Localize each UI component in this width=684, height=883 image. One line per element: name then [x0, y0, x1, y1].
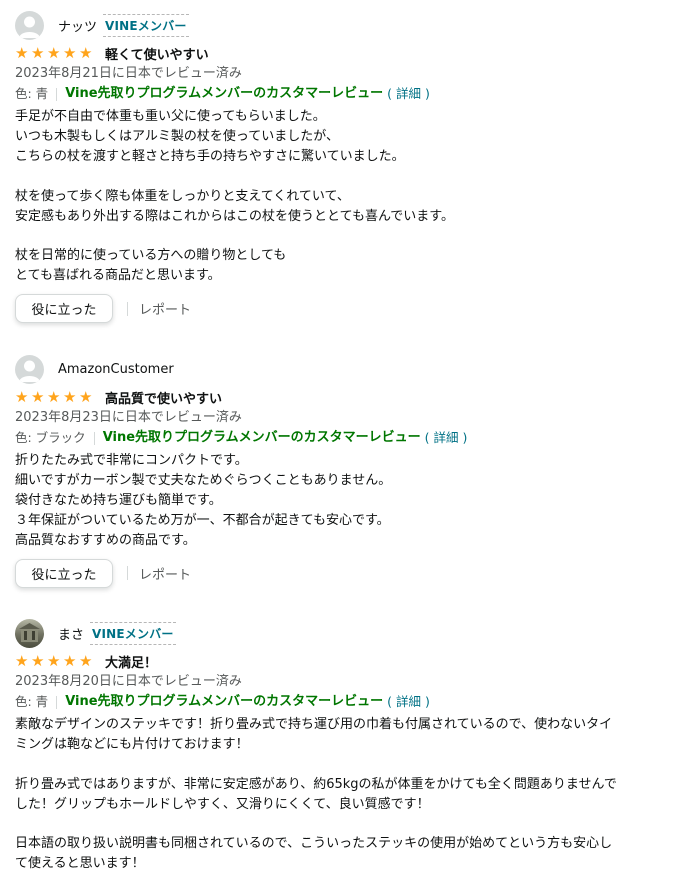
details-link[interactable]: ( 詳細 ): [387, 83, 430, 105]
review-body: 手足が不自由で体重も重い父に使ってもらいました。 いつも木製もしくはアルミ製の杖…: [15, 107, 670, 286]
review-date: 2023年8月20日に日本でレビュー済み: [15, 674, 242, 689]
divider: [56, 695, 58, 709]
review-text-line: 日本語の取り扱い説明書も同梱されているので、こういったステッキの使用が始めてとい…: [15, 836, 613, 852]
divider: [56, 87, 58, 101]
report-link[interactable]: レポート: [139, 564, 191, 583]
divider: [127, 566, 128, 581]
review-text-line: 素敵なデザインのステッキです！折り畳み式で持ち運び用の巾着も付属されているので、…: [15, 717, 613, 732]
review-title[interactable]: 高品質で使いやすい: [105, 388, 222, 407]
review-text-line: [15, 755, 670, 775]
rating-title-row: ★ ★ ★ ★ ★ 軽くて使いやすい: [15, 42, 670, 64]
review-body: 折りたたみ式で非常にコンパクトです。 細いですがカーボン製で丈夫なためぐらつくこ…: [15, 451, 670, 551]
review-text-line: 杖を使って歩く際も体重をしっかりと支えてくれていて、: [15, 188, 350, 204]
star-icon: ★: [63, 43, 77, 62]
divider: [93, 431, 95, 445]
details-link[interactable]: ( 詳細 ): [387, 691, 430, 713]
review-actions: 役に立った レポート: [15, 558, 670, 588]
variant-label: 色: 青: [15, 694, 49, 709]
reviewer-profile[interactable]: まさ VINEメンバー: [15, 618, 670, 648]
review-title[interactable]: 大満足！: [105, 652, 157, 671]
star-rating[interactable]: ★ ★ ★ ★ ★: [15, 43, 95, 62]
review-text-line: 折りたたみ式で非常にコンパクトです。: [15, 453, 248, 468]
avatar[interactable]: [15, 10, 44, 40]
star-icon: ★: [15, 651, 29, 670]
review-1: ナッツ VINEメンバー ★ ★ ★ ★ ★ 軽くて使いやすい 2023年8月21日に日…: [15, 10, 670, 324]
star-icon: ★: [79, 43, 93, 62]
star-icon: ★: [47, 43, 61, 62]
variant-label: 色: ブラック: [15, 430, 86, 445]
vine-program-label: Vine先取りプログラムメンバーのカスタマーレビュー: [65, 86, 384, 101]
review-text-line: 細いですがカーボン製で丈夫なためぐらつくこともありません。: [15, 472, 392, 488]
star-icon: ★: [79, 651, 93, 670]
star-icon: ★: [79, 387, 93, 406]
avatar[interactable]: [15, 354, 44, 384]
star-icon: ★: [31, 387, 45, 406]
review-text-line: て使えると思います！: [15, 856, 145, 872]
variant-label: 色: 青: [15, 86, 49, 101]
review-text-line: 高品質なおすすめの商品です。: [15, 532, 196, 548]
review-text-line: こちらの杖を渡すと軽さと持ち手の持ちやすさに驚いていました。: [15, 148, 405, 164]
vine-program-label: Vine先取りプログラムメンバーのカスタマーレビュー: [102, 430, 421, 445]
review-meta: 色: 青 Vine先取りプログラムメンバーのカスタマーレビュー ( 詳細 ): [15, 691, 670, 713]
star-rating[interactable]: ★ ★ ★ ★ ★: [15, 651, 95, 670]
reviewer-name[interactable]: AmazonCustomer: [58, 362, 174, 377]
divider: [127, 301, 128, 316]
rating-title-row: ★ ★ ★ ★ ★ 大満足！: [15, 650, 670, 672]
review-text-line: [15, 226, 670, 246]
vine-program-label: Vine先取りプログラムメンバーのカスタマーレビュー: [65, 694, 384, 709]
default-avatar-icon: [19, 360, 40, 382]
review-title[interactable]: 軽くて使いやすい: [105, 44, 209, 63]
review-meta: 色: ブラック Vine先取りプログラムメンバーのカスタマーレビュー ( 詳細 …: [15, 427, 670, 449]
avatar-photo[interactable]: [15, 618, 44, 648]
report-link[interactable]: レポート: [139, 299, 191, 318]
review-text-line: ミングは鞄などにも片付けておけます！: [15, 736, 249, 752]
reviewer-name[interactable]: ナッツ: [58, 16, 97, 35]
star-icon: ★: [31, 651, 45, 670]
star-rating[interactable]: ★ ★ ★ ★ ★: [15, 387, 95, 406]
rating-title-row: ★ ★ ★ ★ ★ 高品質で使いやすい: [15, 386, 670, 408]
review-text-line: いつも木製もしくはアルミ製の杖を使っていましたが、: [15, 128, 339, 144]
star-icon: ★: [31, 43, 45, 62]
star-icon: ★: [47, 387, 61, 406]
review-text-line: [15, 167, 670, 187]
helpful-button[interactable]: 役に立った: [15, 294, 113, 324]
review-actions: 役に立った レポート: [15, 294, 670, 324]
star-icon: ★: [15, 43, 29, 62]
vine-member-badge[interactable]: VINEメンバー: [90, 621, 176, 645]
review-text-line: 折り畳み式ではありますが、非常に安定感があり、約65kgの私が体重をかけても全く…: [15, 776, 617, 792]
review-text-line: 杖を日常的に使っている方への贈り物としても: [15, 248, 287, 264]
star-icon: ★: [63, 387, 77, 406]
review-text-line: ３年保証がついているため万が一、不都合が起きても安心です。: [15, 512, 390, 528]
reviewer-profile[interactable]: AmazonCustomer: [15, 354, 670, 384]
details-link[interactable]: ( 詳細 ): [425, 427, 468, 449]
default-avatar-icon: [19, 16, 40, 38]
review-meta: 色: 青 Vine先取りプログラムメンバーのカスタマーレビュー ( 詳細 ): [15, 83, 670, 105]
star-icon: ★: [47, 651, 61, 670]
review-text-line: 袋付きなため持ち運びも簡単です。: [15, 492, 222, 508]
review-text-line: とても喜ばれる商品だと思います。: [15, 268, 221, 284]
review-date: 2023年8月23日に日本でレビュー済み: [15, 410, 242, 425]
star-icon: ★: [63, 651, 77, 670]
helpful-button[interactable]: 役に立った: [15, 558, 113, 588]
review-text-line: 手足が不自由で体重も重い父に使ってもらいました。: [15, 109, 326, 124]
review-text-line: [15, 815, 670, 835]
review-body: 素敵なデザインのステッキです！折り畳み式で持ち運び用の巾着も付属されているので、…: [15, 715, 670, 874]
review-3: まさ VINEメンバー ★ ★ ★ ★ ★ 大満足！ 2023年8月20日に日本でレビュ…: [15, 618, 670, 874]
reviewer-profile[interactable]: ナッツ VINEメンバー: [15, 10, 670, 40]
review-date: 2023年8月21日に日本でレビュー済み: [15, 66, 242, 81]
star-icon: ★: [15, 387, 29, 406]
reviewer-name[interactable]: まさ: [58, 624, 84, 643]
profile-photo-icon: [19, 622, 40, 642]
review-2: AmazonCustomer ★ ★ ★ ★ ★ 高品質で使いやすい 2023年8月23…: [15, 354, 670, 588]
review-text-line: した！グリップもホールドしやすく、又滑りにくくて、良い質感です！: [15, 796, 430, 812]
review-text-line: 安定感もあり外出する際はこれからはこの杖を使うととても喜んでいます。: [15, 208, 455, 224]
vine-member-badge[interactable]: VINEメンバー: [103, 13, 189, 37]
